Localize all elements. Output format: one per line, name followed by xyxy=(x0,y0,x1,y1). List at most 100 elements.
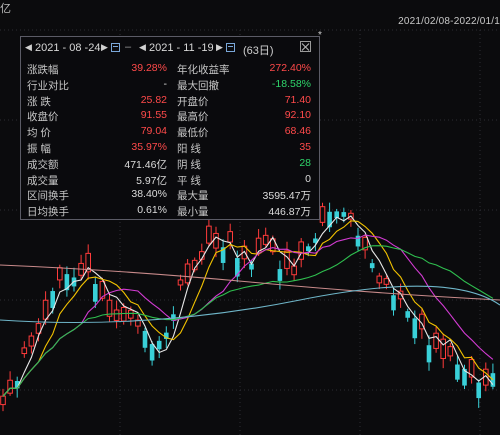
stat-label: 阴 线 xyxy=(177,158,201,171)
stat-value: 272.40% xyxy=(269,62,311,74)
candle-body xyxy=(447,346,454,357)
stat-row: 涨 跌 25.82 开盘价 71.40 xyxy=(21,94,319,109)
candle-body xyxy=(57,267,63,281)
stat-value: 35.97% xyxy=(131,141,167,153)
stat-row: 振 幅 35.97% 阳 线 35 xyxy=(21,141,319,156)
stat-value: 79.04 xyxy=(140,125,167,138)
stat-label: 平 线 xyxy=(177,174,201,187)
candle-body xyxy=(440,338,446,360)
candle-body xyxy=(149,344,155,361)
candle-body xyxy=(184,263,191,284)
stat-row: 收盘价 91.55 最高价 92.10 xyxy=(21,109,319,124)
stat-label: 行业对比 xyxy=(27,79,69,92)
stat-label: 振 幅 xyxy=(27,143,51,155)
end-next-arrow-icon[interactable]: ▶ xyxy=(216,42,223,53)
stat-value: 68.46 xyxy=(284,125,311,138)
date-separator: – xyxy=(125,41,132,53)
candle-body xyxy=(455,364,460,380)
candle-body xyxy=(476,382,481,399)
stat-value: 446.87万 xyxy=(268,206,311,219)
candle-body xyxy=(341,212,347,217)
stat-label: 最小量 xyxy=(177,206,209,219)
candle-body xyxy=(156,340,162,350)
start-prev-arrow-icon[interactable]: ◀ xyxy=(25,42,32,53)
stat-value: 471.46亿 xyxy=(124,158,167,171)
end-prev-arrow-icon[interactable]: ◀ xyxy=(139,42,146,53)
candle-body xyxy=(42,299,49,320)
candle-body xyxy=(113,309,120,321)
candle-body xyxy=(383,278,390,285)
stat-label: 收盘价 xyxy=(27,111,59,124)
candle-body xyxy=(391,295,396,311)
candle-body xyxy=(426,345,432,363)
stat-value: - xyxy=(163,77,168,90)
candle-body xyxy=(28,335,35,347)
candle-body xyxy=(277,269,283,281)
stat-row: 涨跌幅 39.28% 年化收益率 272.40% xyxy=(21,62,319,77)
end-calendar-icon[interactable] xyxy=(226,43,235,52)
stat-row: 日均换手 0.61% 最小量 446.87万 xyxy=(21,204,319,219)
stat-value: 3595.47万 xyxy=(262,190,311,203)
candle-body xyxy=(21,347,28,355)
stat-label: 区间换手 xyxy=(27,190,69,203)
stat-label: 涨 跌 xyxy=(27,95,51,108)
candle-body xyxy=(177,279,184,286)
candle-body xyxy=(64,274,70,291)
candle-body xyxy=(0,395,6,406)
moving-average-lines xyxy=(0,215,500,397)
stat-row: 行业对比 - 最大回撤 -18.58% xyxy=(21,78,319,93)
stat-label: 涨跌幅 xyxy=(27,64,59,76)
candle-body xyxy=(490,373,496,387)
stat-label: 成交量 xyxy=(27,174,59,187)
start-calendar-icon[interactable] xyxy=(111,43,120,52)
start-date[interactable]: 2021 - 08 -24 xyxy=(35,42,100,54)
stat-value: 35 xyxy=(299,141,311,153)
candle-body xyxy=(262,234,269,245)
stat-value: 91.55 xyxy=(140,109,167,122)
stat-label: 开盘价 xyxy=(177,95,209,108)
stat-value: 25.82 xyxy=(140,93,167,106)
candle-body xyxy=(93,284,98,302)
candle-body xyxy=(206,225,212,244)
candle-body xyxy=(433,332,439,349)
stat-label: 均 价 xyxy=(27,127,51,140)
stat-row: 成交量 5.97亿平 线 0 xyxy=(21,173,319,188)
candle-body xyxy=(291,265,297,276)
ma10-line xyxy=(2,220,494,397)
interval-statistics-panel: ◀ 2021 - 08 -24 ▶ – ◀ 2021 - 11 -19 ▶ (6… xyxy=(20,36,320,220)
candle-body xyxy=(142,330,148,348)
candle-body xyxy=(7,379,13,394)
stat-label: 最低价 xyxy=(177,127,209,140)
day-count: (63日) xyxy=(243,45,274,57)
stat-value: 39.28% xyxy=(131,62,167,74)
stat-label: 成交额 xyxy=(27,158,59,171)
candle-body xyxy=(306,246,311,252)
stat-row: 成交额 471.46亿阴 线 28 xyxy=(21,157,319,172)
stat-label: 日均换手 xyxy=(27,206,69,219)
date-range-label: 2021/02/08-2022/01/1 xyxy=(398,16,500,27)
candle-body xyxy=(120,306,127,322)
close-icon[interactable] xyxy=(300,41,311,52)
end-date[interactable]: 2021 - 11 -19 xyxy=(149,42,214,54)
stat-row: 均 价 79.04 最低价 68.46 xyxy=(21,125,319,140)
unit-label: 亿 xyxy=(0,3,11,15)
stat-value: 0 xyxy=(305,172,311,185)
stat-label: 最高价 xyxy=(177,111,209,124)
ma-long-line-2 xyxy=(0,285,500,324)
stat-label: 最大量 xyxy=(177,190,209,203)
stat-value: 5.97亿 xyxy=(136,174,167,187)
stat-value: -18.58% xyxy=(271,77,311,90)
candle-body xyxy=(412,318,418,339)
stat-value: 0.61% xyxy=(137,204,167,217)
candle-body xyxy=(376,275,383,284)
candle-body xyxy=(213,232,219,249)
stat-label: 阳 线 xyxy=(177,143,201,155)
stat-label: 最大回撤 xyxy=(177,79,219,92)
stat-value: 38.40% xyxy=(131,188,167,201)
stat-value: 28 xyxy=(299,156,311,169)
candle-body xyxy=(369,263,375,269)
stat-value: 92.10 xyxy=(284,109,311,122)
stat-row: 区间换手 38.40% 最大量 3595.47万 xyxy=(21,188,319,203)
candle-body xyxy=(128,309,134,319)
start-next-arrow-icon[interactable]: ▶ xyxy=(101,42,108,53)
